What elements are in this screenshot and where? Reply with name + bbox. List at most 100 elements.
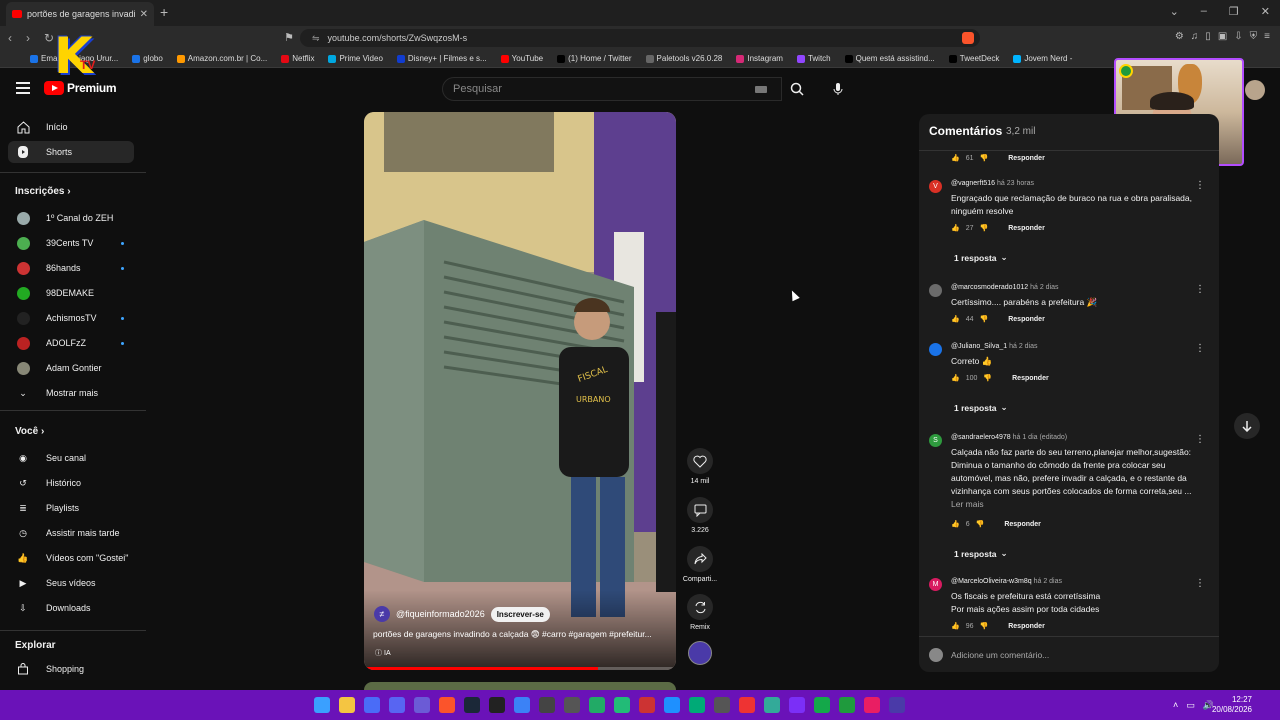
- like-button[interactable]: 14 mil: [686, 448, 714, 485]
- video-progress-bar[interactable]: [364, 667, 676, 670]
- wallet-icon[interactable]: ▣: [1218, 31, 1227, 42]
- bookmark-item[interactable]: globo: [132, 54, 163, 63]
- sidebar-item-subscription[interactable]: 1º Canal do ZEH: [8, 207, 134, 229]
- thumbs-up-icon[interactable]: 👍: [951, 622, 960, 630]
- bookmark-item[interactable]: YouTube: [500, 54, 543, 63]
- bookmark-item[interactable]: Quem está assistind...: [844, 54, 935, 63]
- bookmark-item[interactable]: TweetDeck: [948, 54, 999, 63]
- sidebar-item-shopping[interactable]: Shopping: [8, 658, 134, 680]
- thumbs-up-icon[interactable]: 👍: [951, 154, 960, 162]
- comments-button[interactable]: 3.226: [686, 497, 714, 534]
- sidebar-item-you[interactable]: ⇩ Downloads: [8, 597, 134, 619]
- tab-list-chevron-icon[interactable]: ⌄: [1170, 5, 1179, 18]
- clock[interactable]: 12:27 20/08/2026: [1212, 695, 1252, 715]
- sidebar-item-you[interactable]: ↺ Histórico: [8, 472, 134, 494]
- close-tab-icon[interactable]: ✕: [140, 9, 148, 20]
- reply-button[interactable]: Responder: [1004, 521, 1041, 528]
- chevron-up-icon[interactable]: ˄: [1173, 700, 1178, 711]
- shield-icon[interactable]: ⛨: [1250, 31, 1258, 42]
- thumbs-down-icon[interactable]: 👎: [980, 622, 989, 630]
- music-icon[interactable]: ♫: [1191, 31, 1199, 42]
- search-box[interactable]: [442, 77, 782, 101]
- monitor-icon[interactable]: ▭: [1186, 700, 1195, 711]
- thumbs-down-icon[interactable]: 👎: [980, 154, 989, 162]
- view-replies-button[interactable]: 1 resposta ⌄: [954, 548, 1008, 559]
- comment-author[interactable]: @vagnerft516: [951, 180, 995, 187]
- sidebar-item-you[interactable]: ◉ Seu canal: [8, 447, 134, 469]
- more-options-icon[interactable]: ⋮: [1195, 180, 1205, 191]
- thumbs-up-icon[interactable]: 👍: [951, 315, 960, 323]
- more-options-icon[interactable]: ⋮: [1195, 434, 1205, 445]
- taskbar-app-icon[interactable]: [739, 697, 755, 713]
- browser-tab[interactable]: portões de garagens invadind ✕: [6, 2, 154, 26]
- address-bar[interactable]: ⇋ youtube.com/shorts/ZwSwqzosM-s: [300, 29, 980, 47]
- taskbar-app-icon[interactable]: [839, 697, 855, 713]
- short-video-player[interactable]: FISCAL URBANO ≠ @fiqueinformado2026 Insc…: [364, 112, 676, 670]
- sidebar-item-you[interactable]: ◷ Assistir mais tarde: [8, 522, 134, 544]
- back-icon[interactable]: ‹: [8, 31, 12, 45]
- subscribe-button[interactable]: Inscrever-se: [490, 606, 550, 622]
- reply-button[interactable]: Responder: [1008, 316, 1045, 323]
- comment-avatar[interactable]: S: [929, 434, 942, 447]
- new-tab-icon[interactable]: +: [160, 4, 168, 20]
- search-input[interactable]: [453, 83, 755, 95]
- taskbar-app-icon[interactable]: [764, 697, 780, 713]
- bookmark-item[interactable]: Jovem Nerd -: [1013, 54, 1072, 63]
- reply-button[interactable]: Responder: [1008, 623, 1045, 630]
- bookmark-item[interactable]: Paletools v26.0.28: [645, 54, 722, 63]
- comment-input[interactable]: [951, 649, 1219, 660]
- search-button[interactable]: [783, 77, 811, 101]
- comment-avatar[interactable]: V: [929, 180, 942, 193]
- extension-icon[interactable]: ⚙: [1175, 31, 1184, 42]
- taskbar-app-icon[interactable]: [364, 697, 380, 713]
- taskbar-app-icon[interactable]: [664, 697, 680, 713]
- channel-name[interactable]: @fiqueinformado2026: [396, 609, 485, 619]
- thumbs-up-icon[interactable]: 👍: [951, 224, 960, 232]
- sidebar-item-subscription[interactable]: 86hands: [8, 257, 134, 279]
- video-caption[interactable]: portões de garagens invadindo a calçada …: [373, 629, 668, 640]
- comment-avatar[interactable]: [929, 343, 942, 356]
- bookmark-item[interactable]: Netflix: [281, 54, 314, 63]
- more-options-icon[interactable]: ⋮: [1195, 578, 1205, 589]
- comment-author[interactable]: @Juliano_Silva_1: [951, 343, 1007, 350]
- taskbar-app-icon[interactable]: [889, 697, 905, 713]
- sidebar-item-subscription[interactable]: 39Cents TV: [8, 232, 134, 254]
- taskbar-app-icon[interactable]: [389, 697, 405, 713]
- show-more-button[interactable]: ⌄ Mostrar mais: [8, 382, 134, 404]
- comment-author[interactable]: @marcosmoderado1012: [951, 284, 1028, 291]
- taskbar-app-icon[interactable]: [339, 697, 355, 713]
- comment-author[interactable]: @MarceloOliveira-w3m8q: [951, 578, 1032, 585]
- channel-avatar[interactable]: ≠: [374, 606, 390, 622]
- taskbar-app-icon[interactable]: [714, 697, 730, 713]
- close-window-icon[interactable]: ✕: [1261, 5, 1270, 18]
- sidebar-item-you[interactable]: 👍 Vídeos com "Gostei": [8, 547, 134, 569]
- bookmark-icon[interactable]: ⚑: [284, 31, 294, 44]
- you-heading[interactable]: Você ›: [15, 426, 44, 437]
- taskbar-app-icon[interactable]: [589, 697, 605, 713]
- thumbs-up-icon[interactable]: 👍: [951, 520, 960, 528]
- taskbar-app-icon[interactable]: [464, 697, 480, 713]
- reload-icon[interactable]: ↻: [44, 31, 54, 45]
- taskbar-app-icon[interactable]: [314, 697, 330, 713]
- taskbar-app-icon[interactable]: [514, 697, 530, 713]
- taskbar-app-icon[interactable]: [789, 697, 805, 713]
- comment-author[interactable]: @sandraelero4978: [951, 434, 1011, 441]
- sidebar-item-subscription[interactable]: Adam Gontier: [8, 357, 134, 379]
- thumbs-down-icon[interactable]: 👎: [983, 374, 992, 382]
- reply-button[interactable]: Responder: [1008, 155, 1045, 162]
- taskbar-app-icon[interactable]: [489, 697, 505, 713]
- bookmark-item[interactable]: Instagram: [736, 54, 783, 63]
- comment-avatar[interactable]: [929, 284, 942, 297]
- maximize-icon[interactable]: ❐: [1229, 5, 1239, 18]
- thumbs-down-icon[interactable]: 👎: [980, 224, 989, 232]
- sidebar-item-subscription[interactable]: AchismosTV: [8, 307, 134, 329]
- view-replies-button[interactable]: 1 resposta ⌄: [954, 252, 1008, 263]
- taskbar-app-icon[interactable]: [614, 697, 630, 713]
- sidebar-item-home[interactable]: Início: [8, 116, 134, 138]
- more-options-icon[interactable]: ⋮: [1195, 284, 1205, 295]
- read-more-link[interactable]: Ler mais: [951, 498, 1201, 511]
- bookmark-item[interactable]: Twitch: [796, 54, 831, 63]
- taskbar-app-icon[interactable]: [564, 697, 580, 713]
- sidebar-item-shorts[interactable]: Shorts: [8, 141, 134, 163]
- scroll-down-button[interactable]: [1234, 413, 1260, 439]
